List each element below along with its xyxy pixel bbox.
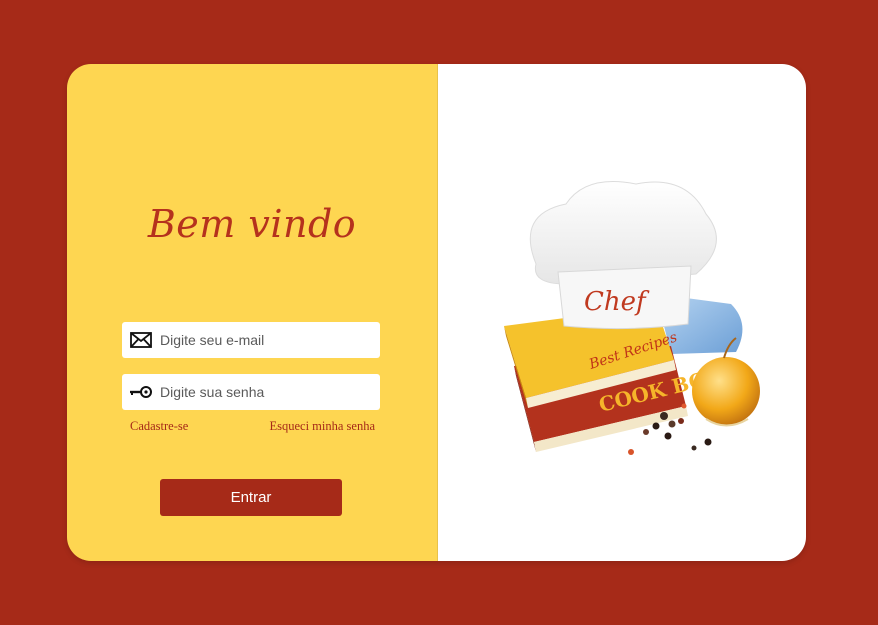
hat-text: Chef <box>584 287 650 317</box>
email-input[interactable] <box>160 332 370 348</box>
chef-hat: Chef <box>529 181 717 330</box>
login-card: Bem vindo Digite seu e-mail Cadastre-se … <box>67 64 806 561</box>
login-panel: Bem vindo Digite seu e-mail Cadastre-se … <box>67 64 438 561</box>
chef-illustration: COOK BOOK Best Recipes Chef <box>504 181 760 455</box>
password-input[interactable] <box>160 384 370 400</box>
key-icon <box>128 381 154 403</box>
password-field[interactable] <box>122 374 380 410</box>
welcome-title: Bem vindo <box>147 202 357 246</box>
submit-button[interactable]: Entrar <box>160 479 342 516</box>
signup-link[interactable]: Cadastre-se <box>130 419 188 434</box>
illustration-panel: COOK BOOK Best Recipes Chef <box>438 64 806 561</box>
form-links: Cadastre-se Esqueci minha senha <box>130 419 375 434</box>
forgot-password-link[interactable]: Esqueci minha senha <box>269 419 375 434</box>
email-field[interactable] <box>122 322 380 358</box>
envelope-icon <box>128 329 154 351</box>
